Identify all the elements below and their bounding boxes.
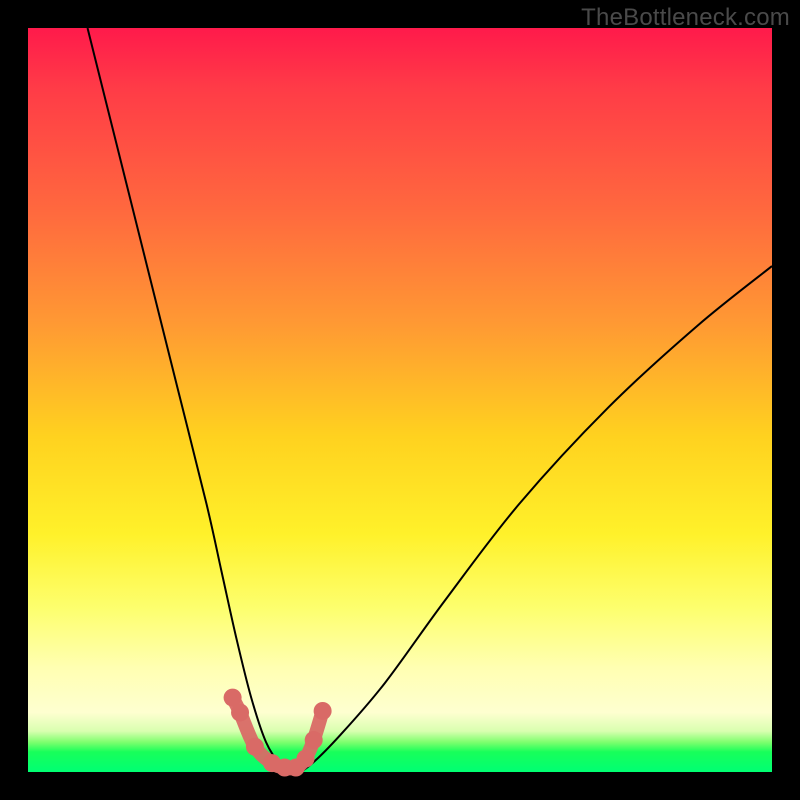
fit-region-dot [231, 703, 249, 721]
fit-region-dot [246, 738, 264, 756]
plot-area [28, 28, 772, 772]
chart-frame: TheBottleneck.com [0, 0, 800, 800]
fit-region-dot [314, 702, 332, 720]
fit-region-dot [297, 750, 315, 768]
bottleneck-curve [88, 28, 772, 772]
curve-layer [28, 28, 772, 772]
fit-region-dot [305, 731, 323, 749]
